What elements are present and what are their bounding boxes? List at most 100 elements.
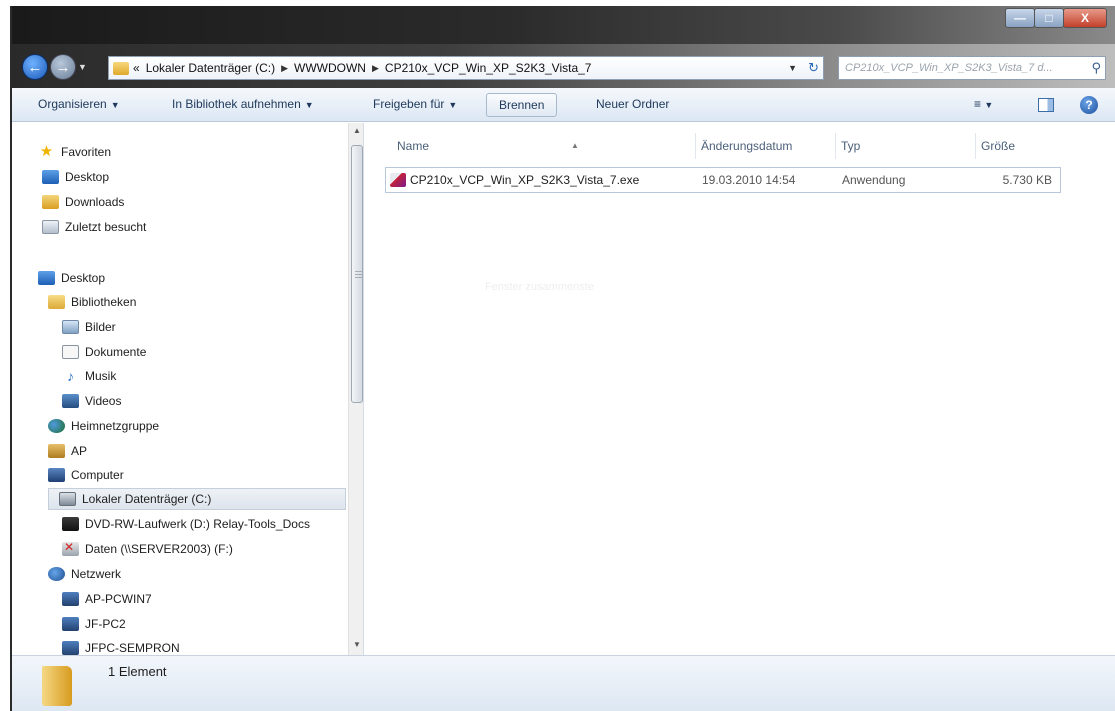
nav-drive-f[interactable]: Daten (\\SERVER2003) (F:) xyxy=(62,538,363,560)
libraries-icon xyxy=(48,295,65,309)
help-button[interactable]: ? xyxy=(1080,96,1098,114)
nav-drive-c[interactable]: Lokaler Datenträger (C:) xyxy=(48,488,346,510)
nav-downloads[interactable]: Downloads xyxy=(42,191,363,213)
search-placeholder: CP210x_VCP_Win_XP_S2K3_Vista_7 d... xyxy=(845,62,1053,74)
user-folder-icon xyxy=(48,444,65,458)
recent-pages-dropdown[interactable]: ▼ xyxy=(78,62,87,72)
view-options-button[interactable]: ≡ ▼ xyxy=(974,97,993,111)
disconnected-network-drive-icon xyxy=(62,540,79,556)
new-folder-button[interactable]: Neuer Ordner xyxy=(596,97,669,111)
breadcrumb-separator[interactable]: ▶ xyxy=(281,63,288,74)
minimize-button[interactable]: — xyxy=(1005,8,1035,28)
column-divider[interactable] xyxy=(975,133,976,159)
maximize-button[interactable]: □ xyxy=(1034,8,1064,28)
command-bar: Organisieren ▼ In Bibliothek aufnehmen ▼ F… xyxy=(12,88,1115,122)
search-icon[interactable]: ⚲ xyxy=(1091,60,1101,76)
nav-videos[interactable]: Videos xyxy=(62,390,363,412)
address-row: ← → ▼ « Lokaler Datenträger (C:) ▶ WWWDO… xyxy=(12,44,1115,88)
breadcrumb-overflow[interactable]: « xyxy=(133,61,140,75)
sort-ascending-icon: ▲ xyxy=(571,141,579,150)
include-in-library-button[interactable]: In Bibliothek aufnehmen ▼ xyxy=(172,97,314,111)
desktop-icon xyxy=(42,170,59,184)
address-bar[interactable]: « Lokaler Datenträger (C:) ▶ WWWDOWN ▶ C… xyxy=(108,56,824,80)
grip-icon: ― ― ― xyxy=(355,268,362,281)
nav-pc-jfpc-sempron[interactable]: JFPC-SEMPRON xyxy=(62,637,363,655)
column-header-type[interactable]: Typ xyxy=(841,139,860,153)
nav-user[interactable]: AP xyxy=(48,440,363,462)
burn-button[interactable]: Brennen xyxy=(486,93,558,117)
nav-computer[interactable]: Computer xyxy=(48,464,363,486)
nav-drive-d[interactable]: DVD-RW-Laufwerk (D:) Relay-Tools_Docs xyxy=(62,513,363,535)
downloads-icon xyxy=(42,195,59,209)
network-icon xyxy=(48,567,65,581)
window-controls: — □ X xyxy=(1005,8,1107,28)
chevron-down-icon: ▼ xyxy=(110,100,120,110)
breadcrumb-separator[interactable]: ▶ xyxy=(372,63,379,74)
nav-libraries[interactable]: Bibliotheken xyxy=(48,291,363,313)
chevron-down-icon: ▼ xyxy=(448,100,458,110)
preview-pane-icon[interactable] xyxy=(1038,98,1054,112)
file-type: Anwendung xyxy=(842,173,906,187)
breadcrumb-drive-c[interactable]: Lokaler Datenträger (C:) xyxy=(146,61,275,75)
nav-network[interactable]: Netzwerk xyxy=(48,563,363,585)
back-button[interactable]: ← xyxy=(22,54,48,80)
music-icon: ♪ xyxy=(67,368,74,384)
nav-homegroup[interactable]: Heimnetzgruppe xyxy=(48,415,363,437)
videos-icon xyxy=(62,394,79,408)
pictures-icon xyxy=(62,320,79,334)
recent-places-icon xyxy=(42,220,59,234)
scrollbar-thumb[interactable]: ― ― ― xyxy=(351,145,363,403)
nav-scrollbar[interactable]: ▲ ― ― ― ▼ xyxy=(348,123,363,655)
address-history-dropdown[interactable]: ▼ xyxy=(788,63,797,73)
file-row[interactable]: CP210x_VCP_Win_XP_S2K3_Vista_7.exe 19.03… xyxy=(385,167,1061,193)
file-size: 5.730 KB xyxy=(1002,173,1052,187)
column-divider[interactable] xyxy=(835,133,836,159)
homegroup-icon xyxy=(48,419,65,433)
executable-icon xyxy=(390,173,406,187)
forward-button[interactable]: → xyxy=(50,54,76,80)
nav-documents[interactable]: Dokumente xyxy=(62,341,363,363)
close-button[interactable]: X xyxy=(1063,8,1107,28)
share-with-button[interactable]: Freigeben für ▼ xyxy=(373,97,457,111)
nav-music[interactable]: ♪ Musik xyxy=(62,365,363,387)
breadcrumb-wwwdown[interactable]: WWWDOWN xyxy=(294,61,366,75)
breadcrumb-current-folder[interactable]: CP210x_VCP_Win_XP_S2K3_Vista_7 xyxy=(385,61,592,75)
column-header-size[interactable]: Größe xyxy=(981,139,1015,153)
file-date: 19.03.2010 14:54 xyxy=(702,173,796,187)
nav-favorites[interactable]: ★ Favoriten xyxy=(38,141,363,163)
computer-icon xyxy=(48,468,65,482)
computer-icon xyxy=(62,617,79,631)
faint-text: Fenster zusammenste xyxy=(485,281,594,293)
file-list: Name ▲ Änderungsdatum Typ Größe CP210x_VC… xyxy=(365,123,1115,655)
documents-icon xyxy=(62,345,79,359)
folder-icon xyxy=(113,61,129,75)
chevron-down-icon: ▼ xyxy=(304,100,314,110)
column-header-name[interactable]: Name ▲ xyxy=(397,139,579,153)
chevron-down-icon: ▼ xyxy=(984,100,994,110)
title-bar[interactable]: — □ X xyxy=(12,6,1115,44)
refresh-icon[interactable]: ↻ xyxy=(808,60,819,76)
nav-pictures[interactable]: Bilder xyxy=(62,316,363,338)
file-name: CP210x_VCP_Win_XP_S2K3_Vista_7.exe xyxy=(410,173,640,187)
details-pane: 1 Element xyxy=(12,655,1115,711)
scroll-down-arrow-icon[interactable]: ▼ xyxy=(349,637,363,653)
nav-desktop[interactable]: Desktop xyxy=(42,166,363,188)
dvd-drive-icon xyxy=(62,517,79,531)
computer-icon xyxy=(62,641,79,655)
navigation-pane: ★ Favoriten Desktop Downloads Zuletzt bes… xyxy=(12,123,364,655)
help-icon: ? xyxy=(1085,98,1093,112)
nav-pc-apwin7[interactable]: AP-PCWIN7 xyxy=(62,588,363,610)
column-header-date[interactable]: Änderungsdatum xyxy=(701,139,792,153)
star-icon: ★ xyxy=(39,143,54,160)
hard-drive-icon xyxy=(59,492,76,506)
explorer-window: — □ X ← → ▼ « Lokaler Datenträger (C:) ▶… xyxy=(10,6,1115,711)
nav-recent[interactable]: Zuletzt besucht xyxy=(42,216,363,238)
organize-button[interactable]: Organisieren ▼ xyxy=(38,97,120,111)
scroll-up-arrow-icon[interactable]: ▲ xyxy=(349,123,363,139)
nav-pc-jfpc2[interactable]: JF-PC2 xyxy=(62,613,363,635)
nav-desktop-root[interactable]: Desktop xyxy=(38,267,363,289)
search-input[interactable]: CP210x_VCP_Win_XP_S2K3_Vista_7 d... ⚲ xyxy=(838,56,1106,80)
column-divider[interactable] xyxy=(695,133,696,159)
desktop-icon xyxy=(38,271,55,285)
computer-icon xyxy=(62,592,79,606)
